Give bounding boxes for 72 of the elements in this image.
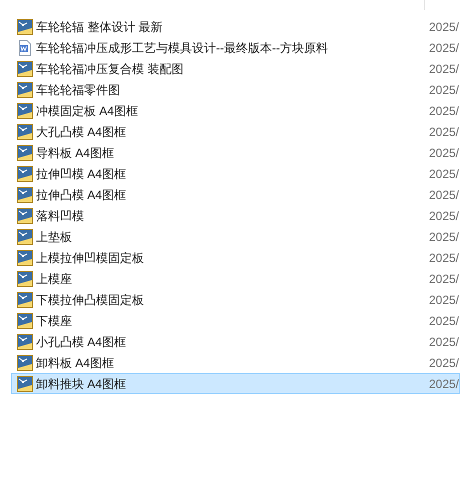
file-row[interactable]: 小孔凸模 A4图框 2025/ xyxy=(11,331,460,352)
drawing-file-icon xyxy=(16,82,33,98)
date-modified: 2025/ xyxy=(428,228,459,246)
date-modified: 2025/ xyxy=(428,18,459,36)
date-modified: 2025/ xyxy=(428,102,459,120)
date-modified: 2025/ xyxy=(428,312,459,330)
drawing-file-icon xyxy=(16,228,33,244)
date-modified: 2025/ xyxy=(428,354,459,372)
file-name: 卸料板 A4图框 xyxy=(36,354,115,372)
word-document-icon xyxy=(16,40,33,56)
file-row[interactable]: 上垫板 2025/ xyxy=(11,226,460,247)
date-modified: 2025/ xyxy=(428,40,459,56)
file-row[interactable]: 上模拉伸凹模固定板 2025/ xyxy=(11,247,460,268)
date-modified: 2025/ xyxy=(428,292,459,308)
file-name: 落料凹模 xyxy=(36,208,85,224)
drawing-file-icon xyxy=(16,334,33,350)
file-row[interactable]: 上模座 2025/ xyxy=(11,268,460,289)
date-modified: 2025/ xyxy=(428,144,459,162)
file-name: 卸料推块 A4图框 xyxy=(36,376,127,392)
file-row[interactable]: 冲模固定板 A4图框 2025/ xyxy=(11,100,460,121)
drawing-file-icon xyxy=(16,102,33,118)
file-row[interactable]: 拉伸凹模 A4图框 2025/ xyxy=(11,163,460,184)
drawing-file-icon xyxy=(16,270,33,286)
date-modified: 2025/ xyxy=(428,60,459,78)
file-name: 小孔凸模 A4图框 xyxy=(36,334,127,350)
file-name: 车轮轮福零件图 xyxy=(36,82,121,98)
file-row[interactable]: 卸料推块 A4图框 2025/ xyxy=(11,373,460,394)
date-modified: 2025/ xyxy=(428,208,459,224)
file-name: 上模拉伸凹模固定板 xyxy=(36,250,145,266)
date-modified: 2025/ xyxy=(428,82,459,98)
drawing-file-icon xyxy=(16,186,33,202)
file-row[interactable]: 落料凹模 2025/ xyxy=(11,205,460,226)
file-row[interactable]: 大孔凸模 A4图框 2025/ xyxy=(11,121,460,142)
file-name: 上垫板 xyxy=(36,228,73,246)
drawing-file-icon xyxy=(16,354,33,370)
file-name: 大孔凸模 A4图框 xyxy=(36,124,127,140)
drawing-file-icon xyxy=(16,250,33,266)
file-row[interactable]: 下模拉伸凸模固定板 2025/ xyxy=(11,289,460,310)
drawing-file-icon xyxy=(16,144,33,160)
file-row[interactable]: 车轮轮辐冲压成形工艺与模具设计--最终版本--方块原料 2025/ xyxy=(11,37,460,58)
drawing-file-icon xyxy=(16,18,33,34)
date-modified: 2025/ xyxy=(428,334,459,350)
drawing-file-icon xyxy=(16,124,33,140)
drawing-file-icon xyxy=(16,166,33,182)
file-row[interactable]: 卸料板 A4图框 2025/ xyxy=(11,352,460,373)
date-modified: 2025/ xyxy=(428,376,459,392)
drawing-file-icon xyxy=(16,376,33,392)
file-row[interactable]: 导料板 A4图框 2025/ xyxy=(11,142,460,163)
file-name: 下模座 xyxy=(36,312,73,330)
drawing-file-icon xyxy=(16,208,33,224)
file-name: 导料板 A4图框 xyxy=(36,144,115,162)
file-row[interactable]: 拉伸凸模 A4图框 2025/ xyxy=(11,184,460,205)
file-name: 下模拉伸凸模固定板 xyxy=(36,292,145,308)
date-modified: 2025/ xyxy=(428,186,459,204)
file-name: 冲模固定板 A4图框 xyxy=(36,102,139,120)
file-row[interactable]: 车轮轮福冲压复合模 装配图 2025/ xyxy=(11,58,460,79)
drawing-file-icon xyxy=(16,292,33,308)
date-modified: 2025/ xyxy=(428,124,459,140)
file-name: 车轮轮辐冲压成形工艺与模具设计--最终版本--方块原料 xyxy=(36,40,329,56)
file-row[interactable]: 下模座 2025/ xyxy=(11,310,460,331)
file-row[interactable]: 车轮轮福零件图 2025/ xyxy=(11,79,460,100)
file-name: 车轮轮辐 整体设计 最新 xyxy=(36,18,164,36)
date-modified: 2025/ xyxy=(428,250,459,266)
file-name: 拉伸凸模 A4图框 xyxy=(36,186,127,204)
file-name: 上模座 xyxy=(36,270,73,288)
drawing-file-icon xyxy=(16,60,33,76)
file-name: 车轮轮福冲压复合模 装配图 xyxy=(36,60,184,78)
date-modified: 2025/ xyxy=(428,270,459,288)
drawing-file-icon xyxy=(16,312,33,328)
file-row[interactable]: 车轮轮辐 整体设计 最新 2025/ xyxy=(11,16,460,37)
file-name: 拉伸凹模 A4图框 xyxy=(36,166,127,182)
date-modified: 2025/ xyxy=(428,166,459,182)
